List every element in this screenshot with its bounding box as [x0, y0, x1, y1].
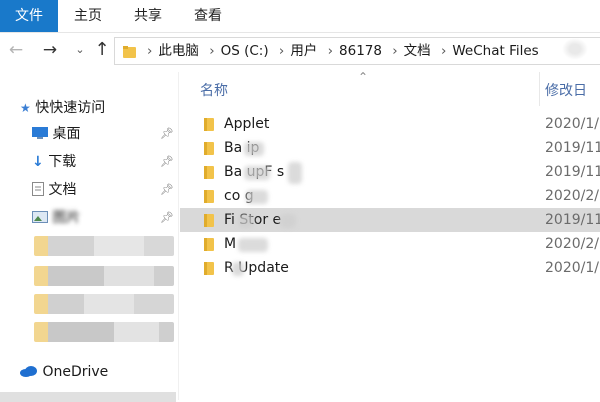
file-list: ⌃ 名称 修改日 Applet 2020/1/ Ba ip 2019/11 Ba…	[180, 70, 600, 400]
blurred-region	[232, 262, 244, 276]
file-row[interactable]: co g 2020/2/	[180, 184, 600, 208]
folder-icon	[204, 262, 214, 275]
nav-item-documents[interactable]: 文档	[32, 178, 76, 202]
pin-icon[interactable]: 📌︎	[160, 155, 174, 168]
folder-icon	[204, 238, 214, 251]
column-header-date-modified[interactable]: 修改日	[545, 80, 587, 100]
column-header-name[interactable]: 名称	[200, 80, 228, 100]
blurred-region	[288, 162, 302, 184]
folder-icon	[204, 190, 214, 203]
download-arrow-icon: ↓	[32, 154, 44, 170]
breadcrumb-os-c[interactable]: OS (C:)	[221, 43, 269, 59]
nav-item-pictures[interactable]: 图片	[32, 206, 80, 230]
up-arrow-icon[interactable]: ↑	[90, 37, 114, 63]
breadcrumb-documents[interactable]: 文档	[404, 43, 431, 59]
breadcrumb: › 此电脑 › OS (C:) › 用户 › 86178 › 文档 › WeChat Fil…	[141, 38, 539, 64]
breadcrumb-separator-icon: ›	[147, 43, 153, 59]
navigation-pane: ★ 快快速访问 桌面 📌︎ ↓ 下载 📌︎ 文档 📌︎ 图片 📌︎ OneDri…	[0, 72, 176, 402]
blurred-region	[562, 38, 588, 60]
tab-share[interactable]: 共享	[118, 0, 178, 32]
folder-icon	[204, 118, 214, 131]
file-name: M	[224, 236, 237, 252]
breadcrumb-separator-icon: ›	[327, 43, 334, 59]
nav-item-desktop[interactable]: 桌面	[32, 122, 80, 146]
pin-icon[interactable]: 📌︎	[160, 127, 174, 140]
navigation-bar: ← → ⌄ ↑ › 此电脑 › OS (C:) › 用户 › 86178 › 文档 › We…	[0, 33, 600, 71]
blurred-region	[238, 214, 254, 228]
folder-icon	[204, 166, 214, 179]
pane-divider[interactable]	[178, 72, 179, 400]
file-date: 2019/11	[545, 212, 600, 228]
nav-item-label: 文档	[48, 182, 77, 198]
breadcrumb-separator-icon: ›	[440, 43, 447, 59]
blurred-region	[34, 322, 174, 342]
breadcrumb-user-86178[interactable]: 86178	[339, 43, 382, 59]
blurred-region	[244, 166, 270, 180]
blurred-region	[238, 238, 268, 252]
folder-icon	[123, 46, 136, 58]
desktop-icon	[32, 127, 48, 139]
column-separator[interactable]	[539, 72, 540, 106]
blurred-region	[246, 190, 268, 204]
picture-icon	[32, 211, 48, 223]
file-row[interactable]: Applet 2020/1/	[180, 112, 600, 136]
recent-locations-chevron-icon[interactable]: ⌄	[68, 37, 92, 63]
cloud-icon	[20, 366, 37, 377]
file-date: 2020/1/	[545, 260, 599, 276]
nav-quick-access-label: 快快速访问	[35, 100, 106, 116]
blurred-region	[34, 236, 174, 256]
file-date: 2019/11	[545, 164, 600, 180]
file-row[interactable]: Ba ip 2019/11	[180, 136, 600, 160]
breadcrumb-users[interactable]: 用户	[290, 43, 317, 59]
document-icon	[32, 182, 44, 196]
ribbon: 文件 主页 共享 查看	[0, 0, 600, 33]
forward-arrow-icon[interactable]: →	[38, 37, 62, 63]
tab-file[interactable]: 文件	[0, 0, 58, 32]
nav-item-onedrive[interactable]: OneDrive	[20, 360, 108, 384]
blurred-region	[244, 142, 264, 156]
tab-view[interactable]: 查看	[178, 0, 238, 32]
tab-home[interactable]: 主页	[58, 0, 118, 32]
selected-nav-item[interactable]	[0, 392, 176, 402]
file-date: 2019/11	[545, 140, 600, 156]
breadcrumb-separator-icon: ›	[209, 43, 215, 59]
blurred-region	[280, 214, 296, 228]
folder-icon	[204, 142, 214, 155]
breadcrumb-separator-icon: ›	[278, 43, 285, 59]
file-date: 2020/2/	[545, 236, 599, 252]
nav-item-label: 下载	[48, 154, 77, 170]
blurred-region	[34, 266, 174, 286]
file-date: 2020/2/	[545, 188, 599, 204]
folder-icon	[204, 214, 214, 227]
pin-icon[interactable]: 📌︎	[160, 183, 174, 196]
nav-item-label: 桌面	[52, 126, 81, 142]
star-icon: ★	[20, 101, 31, 115]
nav-item-label: 图片	[52, 210, 81, 226]
nav-item-label: OneDrive	[42, 364, 109, 380]
nav-item-downloads[interactable]: ↓ 下载	[32, 150, 76, 174]
breadcrumb-wechat-files[interactable]: WeChat Files	[452, 43, 538, 59]
back-arrow-icon[interactable]: ←	[4, 37, 28, 63]
breadcrumb-separator-icon: ›	[392, 43, 398, 59]
blurred-region	[34, 294, 174, 314]
nav-quick-access[interactable]: ★ 快快速访问	[20, 96, 105, 120]
address-bar[interactable]: › 此电脑 › OS (C:) › 用户 › 86178 › 文档 › WeChat Fil…	[114, 37, 600, 65]
file-row[interactable]: Ba upF s 2019/11	[180, 160, 600, 184]
sort-ascending-icon: ⌃	[358, 70, 369, 84]
file-date: 2020/1/	[545, 116, 599, 132]
breadcrumb-this-pc[interactable]: 此电脑	[158, 43, 199, 59]
file-name: Applet	[224, 116, 270, 132]
pin-icon[interactable]: 📌︎	[160, 211, 174, 224]
